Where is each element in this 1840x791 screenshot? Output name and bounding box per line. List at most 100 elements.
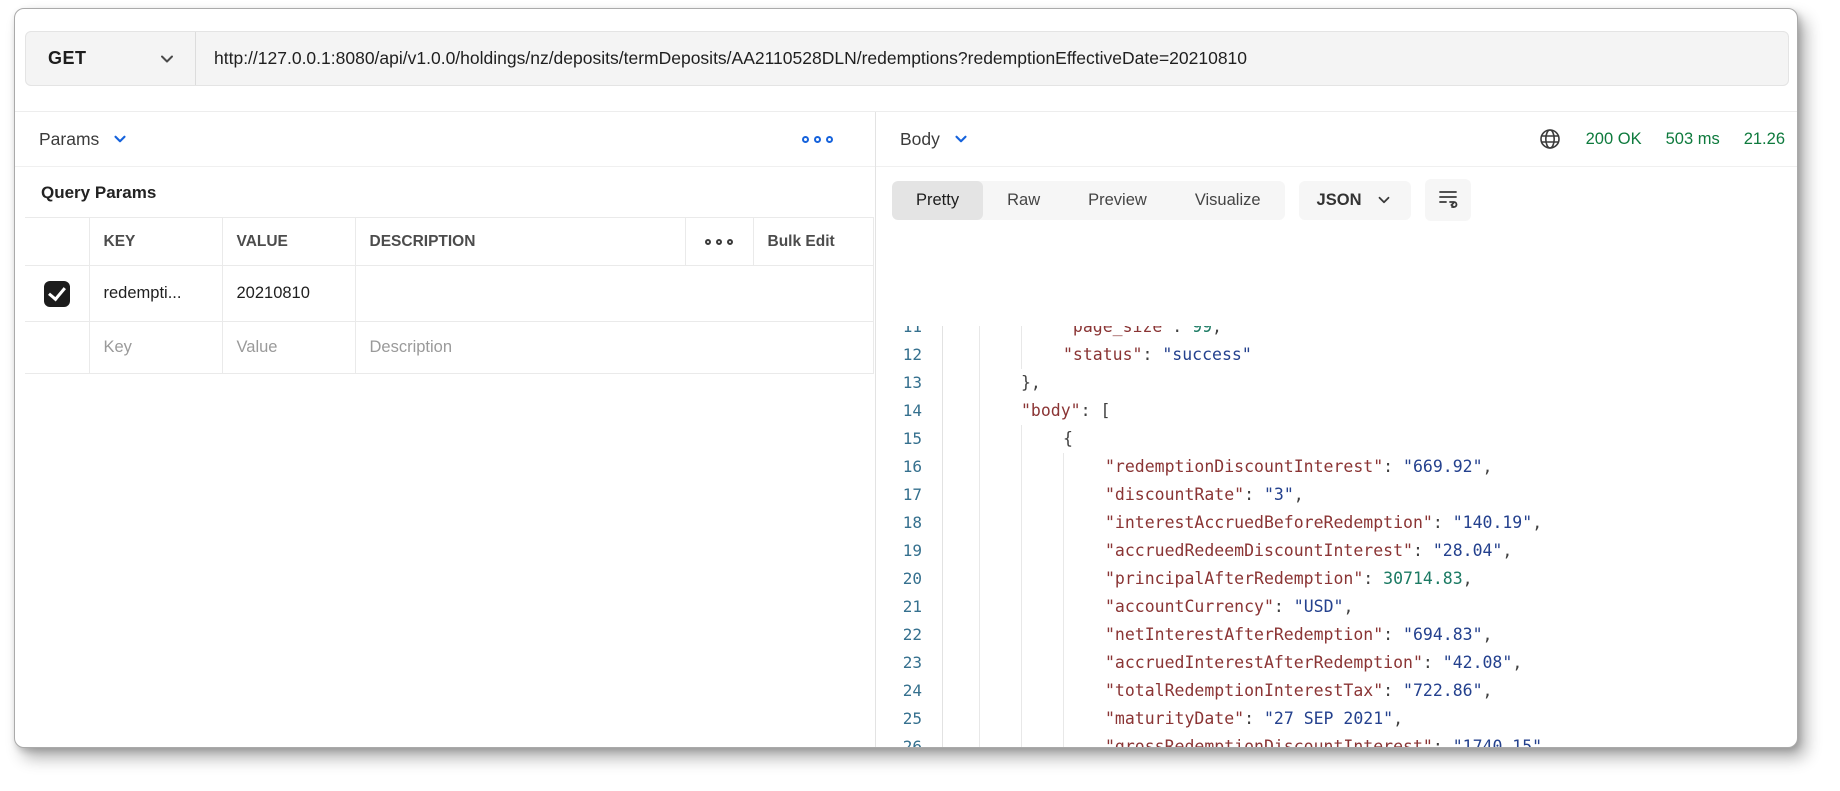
token-string: "USD" [1294, 593, 1344, 621]
params-header: Params [15, 112, 875, 167]
code-text: "accruedRedeemDiscountInterest": "28.04"… [943, 537, 1512, 565]
token-key: "totalRedemptionInterestTax" [1105, 677, 1383, 705]
indent-guide [979, 677, 1021, 705]
line-number: 19 [876, 537, 943, 565]
indent-guide [1021, 677, 1063, 705]
indent-guide [979, 649, 1021, 677]
token-punct: : [1413, 537, 1433, 565]
code-line: 13}, [876, 369, 1797, 397]
token-punct: : [1363, 565, 1383, 593]
code-line: 25"maturityDate": "27 SEP 2021", [876, 705, 1797, 733]
response-body-viewer[interactable]: 11"page_size": 99,12"status": "success"1… [876, 326, 1797, 747]
indent-guide [1021, 425, 1063, 453]
token-string: "42.08" [1443, 649, 1513, 677]
token-key: "maturityDate" [1105, 705, 1244, 733]
token-punct: : [1383, 621, 1403, 649]
param-description-input[interactable]: Description [355, 322, 873, 374]
header-key: KEY [89, 218, 222, 266]
token-string: "140.19" [1453, 509, 1532, 537]
code-text: "status": "success" [943, 341, 1252, 369]
indent-guide [1021, 326, 1063, 341]
token-number: 30714.83 [1383, 565, 1462, 593]
code-text: "body": [ [943, 397, 1110, 425]
tab-preview[interactable]: Preview [1064, 181, 1171, 220]
token-punct: , [1212, 326, 1222, 341]
response-size[interactable]: 21.26 [1744, 130, 1785, 149]
tab-pretty[interactable]: Pretty [892, 181, 983, 220]
token-punct: , [1343, 593, 1353, 621]
code-text: "totalRedemptionInterestTax": "722.86", [943, 677, 1492, 705]
indent-guide [979, 341, 1021, 369]
param-description-cell[interactable] [355, 266, 873, 322]
line-number: 12 [876, 341, 943, 369]
header-more-icon[interactable] [685, 218, 753, 266]
token-punct: , [1542, 733, 1552, 747]
indent-guide [1021, 705, 1063, 733]
indent-guide [1063, 593, 1105, 621]
bulk-edit-button[interactable]: Bulk Edit [753, 218, 873, 266]
indent-guide [979, 453, 1021, 481]
view-tabs: PrettyRawPreviewVisualize [892, 181, 1285, 220]
checkbox-checked-icon[interactable] [44, 281, 70, 307]
token-punct: , [1502, 537, 1512, 565]
tab-raw[interactable]: Raw [983, 181, 1064, 220]
token-key: "grossRedemptionDiscountInterest" [1105, 733, 1433, 747]
param-value-cell[interactable]: 20210810 [222, 266, 355, 322]
indent-guide [979, 509, 1021, 537]
code-text: { [943, 425, 1073, 453]
token-punct: , [1393, 705, 1403, 733]
header-checkbox-cell [25, 218, 89, 266]
param-key-cell[interactable]: redempti... [89, 266, 222, 322]
params-more-icon[interactable] [802, 136, 833, 143]
response-time[interactable]: 503 ms [1666, 130, 1720, 149]
param-value-input[interactable]: Value [222, 322, 355, 374]
code-line: 14"body": [ [876, 397, 1797, 425]
line-number: 13 [876, 369, 943, 397]
code-text: }, [943, 369, 1041, 397]
chevron-down-icon[interactable] [952, 130, 970, 148]
code-text: "accountCurrency": "USD", [943, 593, 1353, 621]
token-key: "status" [1063, 341, 1142, 369]
indent-guide [979, 733, 1021, 747]
chevron-down-icon[interactable] [111, 130, 129, 148]
token-punct: }, [1021, 369, 1041, 397]
body-title[interactable]: Body [900, 129, 940, 150]
app-window: GET http://127.0.0.1:8080/api/v1.0.0/hol… [14, 8, 1798, 748]
params-title[interactable]: Params [39, 129, 99, 150]
code-text: "netInterestAfterRedemption": "694.83", [943, 621, 1492, 649]
split-panels: Params Query Params KEY VALUE DESCRIPTIO… [15, 111, 1797, 747]
token-punct: , [1512, 649, 1522, 677]
wrap-lines-button[interactable] [1425, 179, 1471, 221]
format-dropdown[interactable]: JSON [1299, 181, 1412, 220]
token-punct: : [1433, 733, 1453, 747]
token-number: 99 [1192, 326, 1212, 341]
token-string: "success" [1162, 341, 1251, 369]
url-input[interactable]: http://127.0.0.1:8080/api/v1.0.0/holding… [196, 32, 1788, 85]
token-punct: , [1483, 677, 1493, 705]
token-string: "28.04" [1433, 537, 1503, 565]
param-row: redempti... 20210810 [25, 266, 873, 322]
header-value: VALUE [222, 218, 355, 266]
line-number: 17 [876, 481, 943, 509]
method-dropdown[interactable]: GET [26, 32, 196, 85]
query-params-title: Query Params [41, 183, 875, 203]
tab-visualize[interactable]: Visualize [1171, 181, 1285, 220]
indent-guide [1063, 537, 1105, 565]
code-text: "discountRate": "3", [943, 481, 1304, 509]
token-punct: : [1383, 453, 1403, 481]
token-punct: : [1423, 649, 1443, 677]
line-number: 11 [876, 326, 943, 341]
status-badge[interactable]: 200 OK [1586, 130, 1642, 149]
globe-icon[interactable] [1538, 127, 1562, 151]
token-punct: : [1274, 593, 1294, 621]
token-key: "page_size" [1063, 326, 1172, 341]
param-key-input[interactable]: Key [89, 322, 222, 374]
chevron-down-icon [1375, 191, 1393, 209]
token-punct: : [1244, 481, 1264, 509]
response-panel: Body 200 OK 503 ms 21.26 [875, 112, 1797, 747]
indent-guide [979, 481, 1021, 509]
token-string: "1740.15" [1453, 733, 1542, 747]
code-line: 12"status": "success" [876, 341, 1797, 369]
code-line: 23"accruedInterestAfterRedemption": "42.… [876, 649, 1797, 677]
indent-guide [1021, 341, 1063, 369]
